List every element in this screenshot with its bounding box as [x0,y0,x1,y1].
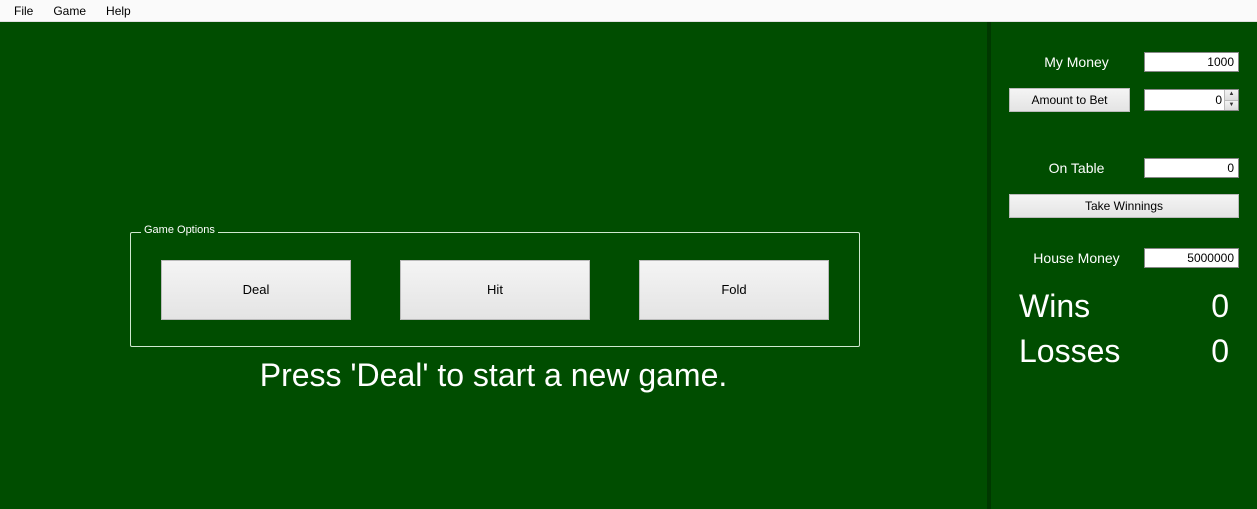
amount-to-bet-button[interactable]: Amount to Bet [1009,88,1130,112]
menubar: File Game Help [0,0,1257,22]
losses-value: 0 [1211,333,1229,370]
hit-button[interactable]: Hit [400,260,590,320]
fold-button[interactable]: Fold [639,260,829,320]
on-table-value: 0 [1144,158,1239,178]
my-money-row: My Money 1000 [1009,52,1239,72]
house-money-row: House Money 5000000 [1009,248,1239,268]
hint-text: Press 'Deal' to start a new game. [0,357,987,394]
on-table-row: On Table 0 [1009,158,1239,178]
losses-label: Losses [1019,333,1120,370]
bet-spinner-down-icon[interactable]: ▼ [1224,101,1238,111]
bet-spinner-up-icon[interactable]: ▲ [1224,90,1238,101]
take-winnings-button[interactable]: Take Winnings [1009,194,1239,218]
menu-file[interactable]: File [4,2,43,20]
deal-button[interactable]: Deal [161,260,351,320]
sidebar: My Money 1000 Amount to Bet ▲ ▼ On Table… [987,22,1257,509]
on-table-label: On Table [1009,160,1144,176]
menu-help[interactable]: Help [96,2,141,20]
menu-game[interactable]: Game [43,2,96,20]
house-money-value: 5000000 [1144,248,1239,268]
my-money-value: 1000 [1144,52,1239,72]
losses-row: Losses 0 [1009,333,1239,370]
stats-block: Wins 0 Losses 0 [1009,288,1239,370]
wins-value: 0 [1211,288,1229,325]
game-options-legend: Game Options [141,224,218,236]
play-area: Game Options Deal Hit Fold Press 'Deal' … [0,22,987,509]
game-options-group: Game Options Deal Hit Fold [130,232,860,347]
wins-row: Wins 0 [1009,288,1239,325]
amount-to-bet-stepper[interactable]: ▲ ▼ [1144,89,1239,111]
house-money-label: House Money [1009,250,1144,266]
amount-to-bet-row: Amount to Bet ▲ ▼ [1009,88,1239,112]
content-area: Game Options Deal Hit Fold Press 'Deal' … [0,22,1257,509]
my-money-label: My Money [1009,54,1144,70]
game-options-row: Deal Hit Fold [161,243,829,346]
wins-label: Wins [1019,288,1090,325]
